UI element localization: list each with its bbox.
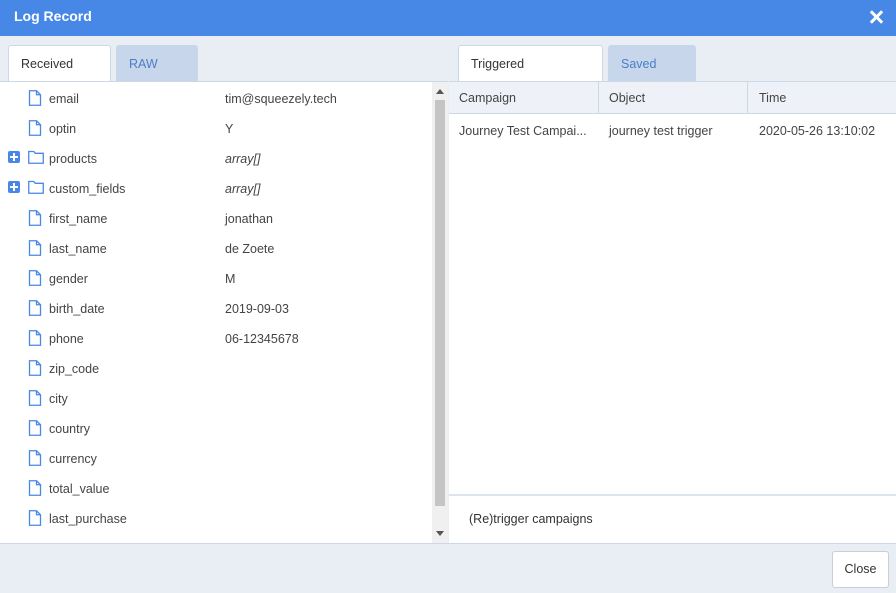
tab-saved-data[interactable]: Saved data: [608, 45, 696, 108]
list-item[interactable]: currency: [0, 443, 432, 473]
dialog-title: Log Record: [14, 8, 92, 24]
field-value: Y: [225, 122, 234, 136]
file-icon: [28, 120, 42, 139]
expand-icon[interactable]: [8, 181, 20, 193]
field-value: tim@squeezely.tech: [225, 92, 337, 106]
list-item[interactable]: gender M: [0, 263, 432, 293]
file-icon: [28, 480, 42, 499]
column-header-object[interactable]: Object: [609, 91, 645, 105]
field-value: M: [225, 272, 236, 286]
file-icon: [28, 330, 42, 349]
field-key: city: [49, 392, 68, 406]
list-item[interactable]: products array[]: [0, 143, 432, 173]
cell-campaign: Journey Test Campai...: [459, 124, 587, 138]
folder-icon: [28, 150, 44, 167]
file-icon: [28, 510, 42, 529]
column-header-campaign[interactable]: Campaign: [459, 91, 516, 105]
folder-icon: [28, 180, 44, 197]
field-key: products: [49, 152, 97, 166]
list-item[interactable]: email tim@squeezely.tech: [0, 83, 432, 113]
field-value: array[]: [225, 182, 261, 196]
field-value: array[]: [225, 152, 261, 166]
field-key: currency: [49, 452, 97, 466]
field-key: last_purchase: [49, 512, 127, 526]
field-key: last_name: [49, 242, 107, 256]
field-value: 2019-09-03: [225, 302, 289, 316]
file-icon: [28, 270, 42, 289]
field-value: de Zoete: [225, 242, 275, 256]
scroll-up-icon[interactable]: [436, 89, 444, 94]
field-key: gender: [49, 272, 88, 286]
scrollbar[interactable]: [432, 82, 448, 543]
file-icon: [28, 90, 42, 109]
expand-icon[interactable]: [8, 151, 20, 163]
dialog-footer: [0, 543, 896, 593]
field-key: optin: [49, 122, 77, 136]
title-bar: Log Record: [0, 0, 896, 36]
tab-received-data[interactable]: Received data: [8, 45, 111, 108]
divider: [449, 494, 896, 496]
close-button[interactable]: Close: [832, 551, 889, 588]
table-header: Campaign Object Time: [449, 82, 896, 114]
tab-raw-data[interactable]: RAW Data: [116, 45, 198, 108]
file-icon: [28, 390, 42, 409]
file-icon: [28, 240, 42, 259]
list-item[interactable]: custom_fields array[]: [0, 173, 432, 203]
file-icon: [28, 300, 42, 319]
list-item[interactable]: last_purchase: [0, 503, 432, 533]
list-item[interactable]: phone 06-12345678: [0, 323, 432, 353]
field-key: zip_code: [49, 362, 100, 376]
file-icon: [28, 360, 42, 379]
triggered-campaigns-table: Campaign Object Time Journey Test Campai…: [449, 81, 896, 543]
cell-object: journey test trigger: [609, 124, 713, 138]
log-record-dialog: Log Record Received data RAW Data Trigge…: [0, 0, 896, 593]
field-key: phone: [49, 332, 84, 346]
field-value: 06-12345678: [225, 332, 299, 346]
list-item[interactable]: total_value: [0, 473, 432, 503]
file-icon: [28, 210, 42, 229]
close-icon[interactable]: [868, 8, 884, 26]
tab-triggered-campaigns[interactable]: Triggered Campaigns: [458, 45, 603, 108]
field-key: email: [49, 92, 79, 106]
field-value: jonathan: [225, 212, 273, 226]
scroll-down-icon[interactable]: [436, 531, 444, 536]
column-divider[interactable]: [598, 82, 599, 114]
list-item[interactable]: first_name jonathan: [0, 203, 432, 233]
list-item[interactable]: last_name de Zoete: [0, 233, 432, 263]
list-item[interactable]: city: [0, 383, 432, 413]
received-data-tree: email tim@squeezely.tech optin Yproducts arr…: [0, 81, 448, 543]
list-item[interactable]: zip_code: [0, 353, 432, 383]
list-item[interactable]: country: [0, 413, 432, 443]
cell-time: 2020-05-26 13:10:02: [759, 124, 876, 138]
field-key: birth_date: [49, 302, 105, 316]
list-item[interactable]: birth_date 2019-09-03: [0, 293, 432, 323]
field-key: country: [49, 422, 90, 436]
column-divider[interactable]: [747, 82, 748, 114]
column-header-time[interactable]: Time: [759, 91, 786, 105]
retrigger-campaigns-link[interactable]: (Re)trigger campaigns: [469, 512, 593, 526]
scroll-thumb[interactable]: [435, 100, 445, 506]
file-icon: [28, 450, 42, 469]
list-item[interactable]: optin Y: [0, 113, 432, 143]
field-key: custom_fields: [49, 182, 126, 196]
file-icon: [28, 420, 42, 439]
field-key: total_value: [49, 482, 110, 496]
field-key: first_name: [49, 212, 108, 226]
